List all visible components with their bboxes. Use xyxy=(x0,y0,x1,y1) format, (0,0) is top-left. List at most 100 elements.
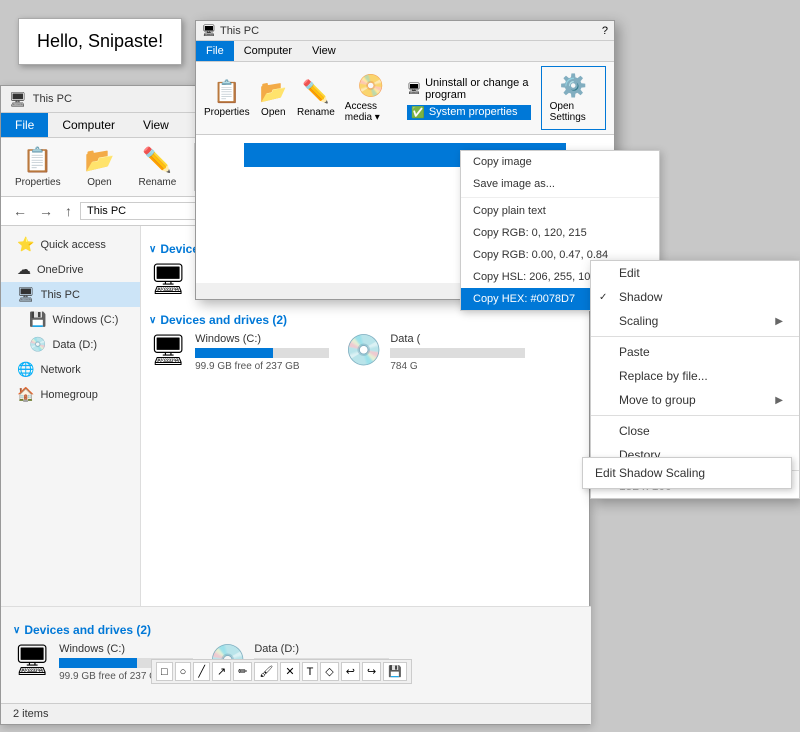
tool-rect[interactable]: □ xyxy=(156,662,173,681)
uninstall-label: Uninstall or change a program xyxy=(425,77,531,101)
rename-icon: ✏️ xyxy=(142,146,172,175)
overlay-access-media-icon: 📀 xyxy=(357,73,384,99)
tool-arrow[interactable]: ↗ xyxy=(212,662,231,681)
ctx-scaling[interactable]: Scaling ▶ xyxy=(591,309,799,333)
sidebar-item-network[interactable]: 🌐 Network xyxy=(1,357,140,382)
sidebar-item-thispc-label: This PC xyxy=(41,289,80,301)
forward-button[interactable]: → xyxy=(35,201,57,221)
overlay-properties-icon: 📋 xyxy=(213,79,240,105)
overlay-tab-view[interactable]: View xyxy=(302,41,346,61)
quickaccess-icon: ⭐ xyxy=(17,236,34,253)
ctx-close[interactable]: Close xyxy=(591,419,799,443)
overlay-tab-file[interactable]: File xyxy=(196,41,234,61)
overlay-ribbon-properties[interactable]: 📋 Properties xyxy=(204,79,250,118)
overlay-rename-label: Rename xyxy=(297,107,335,118)
drive-data-d-2[interactable]: 💿 Data ( 784 G xyxy=(345,333,525,372)
overlay-ribbon-access-media[interactable]: 📀 Access media ▾ xyxy=(345,73,397,123)
ctx-move-group[interactable]: Move to group ▶ xyxy=(591,388,799,412)
overlay-properties-label: Properties xyxy=(204,107,250,118)
tool-redo[interactable]: ↪ xyxy=(362,662,381,681)
windows-c-icon: 💾 xyxy=(29,311,46,328)
ctx-paste[interactable]: Paste xyxy=(591,340,799,364)
sidebar-item-windows-c-label: Windows (C:) xyxy=(52,314,118,326)
ribbon-properties-label: Properties xyxy=(15,177,61,188)
snip-save-image[interactable]: Save image as... xyxy=(461,173,659,195)
drive-windows-c-2[interactable]: 🖥 Windows (C:) 99.9 GB free of 237 GB xyxy=(149,333,329,372)
bottom-drive-c-bar-fill xyxy=(59,658,137,668)
drive-c-info-2: Windows (C:) 99.9 GB free of 237 GB xyxy=(195,333,329,372)
tab-computer[interactable]: Computer xyxy=(48,113,129,137)
overlay-help-btn[interactable]: ? xyxy=(602,25,608,37)
overlay-uninstall[interactable]: 🖥 Uninstall or change a program xyxy=(407,77,531,101)
section-title-2: Devices and drives (2) xyxy=(160,313,287,327)
overlay-access-media-label: Access media ▾ xyxy=(345,101,397,123)
snip-copy-plain[interactable]: Copy plain text xyxy=(461,200,659,222)
open-settings-icon: ⚙️ xyxy=(560,73,587,99)
open-settings-label: Open Settings xyxy=(550,101,597,123)
tool-brush[interactable]: 🖌 xyxy=(254,662,278,681)
drive-d-space-2: 784 G xyxy=(390,361,525,372)
bottom-section-header: ∨ Devices and drives (2) xyxy=(13,623,579,637)
ribbon-rename-label: Rename xyxy=(138,177,176,188)
overlay-ribbon-rename[interactable]: ✏️ Rename xyxy=(297,79,335,118)
ribbon-properties[interactable]: 📋 Properties xyxy=(9,142,67,192)
ctx-sep-2 xyxy=(591,415,799,416)
tool-cross[interactable]: ✕ xyxy=(280,662,299,681)
status-items-count: 2 items xyxy=(13,708,48,720)
bottom-section-title: Devices and drives (2) xyxy=(24,623,151,637)
overlay-tab-computer[interactable]: Computer xyxy=(234,41,302,61)
snipaste-greeting: Hello, Snipaste! xyxy=(18,18,182,65)
snip-copy-image[interactable]: Copy image xyxy=(461,151,659,173)
tool-ellipse[interactable]: ○ xyxy=(175,662,192,681)
overlay-extra-items: 🖥 Uninstall or change a program ✅ System… xyxy=(407,77,531,120)
bottom-section: ∨ Devices and drives (2) 🖥 Windows (C:) … xyxy=(1,606,591,706)
ribbon-open[interactable]: 📂 Open xyxy=(79,142,121,192)
overlay-ribbon: 📋 Properties 📂 Open ✏️ Rename 📀 Access m… xyxy=(196,62,614,135)
section-toggle-2[interactable]: ∨ xyxy=(149,315,156,326)
tool-save[interactable]: 💾 xyxy=(383,662,407,681)
snip-copy-rgb1[interactable]: Copy RGB: 0, 120, 215 xyxy=(461,222,659,244)
back-button[interactable]: ← xyxy=(9,201,31,221)
sidebar-item-homegroup[interactable]: 🏠 Homegroup xyxy=(1,382,140,407)
sidebar-item-quickaccess[interactable]: ⭐ Quick access xyxy=(1,232,140,257)
bottom-drive-d-name: Data (D:) xyxy=(254,643,389,655)
bottom-section-toggle[interactable]: ∨ xyxy=(13,625,20,636)
drive-d-name-2: Data ( xyxy=(390,333,525,345)
sidebar-item-data-d[interactable]: 💿 Data (D:) xyxy=(1,332,140,357)
ribbon-rename[interactable]: ✏️ Rename xyxy=(132,142,182,192)
open-icon: 📂 xyxy=(85,146,115,175)
bottom-drive-c-name: Windows (C:) xyxy=(59,643,193,655)
overlay-ribbon-open[interactable]: 📂 Open xyxy=(260,79,287,118)
overlay-system-props[interactable]: ✅ System properties xyxy=(407,105,531,120)
sidebar-item-windows-c[interactable]: 💾 Windows (C:) xyxy=(1,307,140,332)
network-icon: 🌐 xyxy=(17,361,34,378)
tool-line[interactable]: ╱ xyxy=(193,662,210,681)
drive-c-name-2: Windows (C:) xyxy=(195,333,329,345)
drive-c-icon-2: 🖥 xyxy=(149,333,187,368)
tool-undo[interactable]: ↩ xyxy=(341,662,360,681)
tab-file[interactable]: File xyxy=(1,113,48,137)
section-toggle-1[interactable]: ∨ xyxy=(149,244,156,255)
tool-eraser[interactable]: ◇ xyxy=(320,662,338,681)
ctx-sep-1 xyxy=(591,336,799,337)
ctx-move-group-arrow: ▶ xyxy=(775,395,783,406)
overlay-open-settings[interactable]: ⚙️ Open Settings xyxy=(541,66,606,130)
drive-c-bar-fill-2 xyxy=(195,348,273,358)
system-props-label: System properties xyxy=(429,106,518,118)
ctx-scaling-label: Scaling xyxy=(619,314,658,328)
ctx-edit[interactable]: Edit xyxy=(591,261,799,285)
tab-view[interactable]: View xyxy=(129,113,183,137)
bottom-toolbar: □ ○ ╱ ↗ ✏ 🖌 ✕ T ◇ ↩ ↪ 💾 xyxy=(151,659,412,684)
sidebar-item-thispc[interactable]: 🖥 This PC xyxy=(1,282,140,307)
sidebar-item-onedrive[interactable]: ☁ OneDrive xyxy=(1,257,140,282)
ctx-move-group-label: Move to group xyxy=(619,393,696,407)
system-props-icon: ✅ xyxy=(411,106,425,119)
sidebar-item-network-label: Network xyxy=(40,364,80,376)
drive-d-bar-bg-2 xyxy=(390,348,525,358)
ctx-replace-file[interactable]: Replace by file... xyxy=(591,364,799,388)
ctx-shadow[interactable]: ✓ Shadow xyxy=(591,285,799,309)
tool-text[interactable]: T xyxy=(302,662,319,681)
up-button[interactable]: ↑ xyxy=(61,201,76,221)
tool-pen[interactable]: ✏ xyxy=(233,662,252,681)
properties-icon: 📋 xyxy=(23,146,53,175)
